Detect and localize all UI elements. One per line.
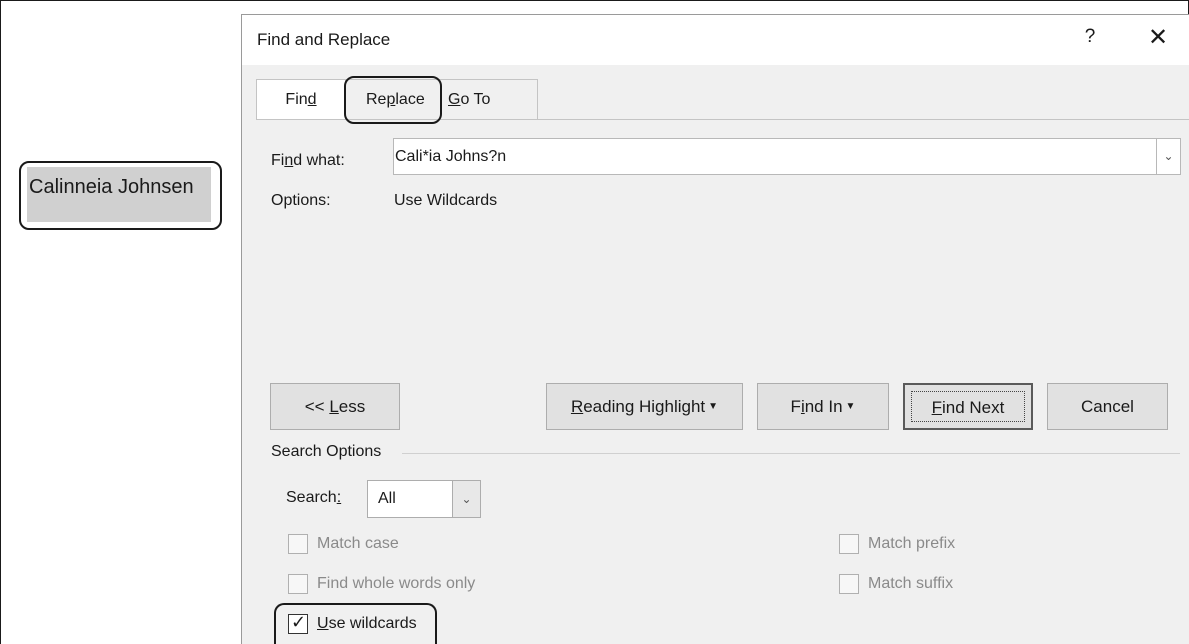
search-direction-select[interactable]: All ⌄ <box>367 480 481 518</box>
dropdown-caret-icon: ▼ <box>845 401 856 412</box>
dropdown-caret-icon: ▼ <box>708 401 719 412</box>
search-options-heading: Search Options <box>271 443 382 460</box>
callout-use-wildcards <box>274 603 437 644</box>
find-what-input[interactable]: Cali*ia Johns?n ⌄ <box>393 138 1181 175</box>
search-direction-value: All <box>378 490 396 507</box>
match-suffix-checkbox[interactable]: Match suffix <box>839 574 953 594</box>
checkbox-box[interactable] <box>288 534 308 554</box>
cancel-button[interactable]: Cancel <box>1047 383 1168 430</box>
close-icon[interactable]: ✕ <box>1143 23 1173 52</box>
help-button[interactable]: ? <box>1080 26 1100 48</box>
checkbox-box[interactable] <box>288 574 308 594</box>
search-label: Search: <box>286 489 342 506</box>
dialog-titlebar: Find and Replace ? ✕ <box>242 15 1189 65</box>
callout-selected-text <box>19 161 222 230</box>
reading-highlight-button[interactable]: Reading Highlight ▼ <box>546 383 743 430</box>
dialog-title: Find and Replace <box>257 30 391 49</box>
options-label: Options: <box>271 192 331 209</box>
find-in-button[interactable]: Find In ▼ <box>757 383 889 430</box>
match-case-checkbox[interactable]: Match case <box>288 534 399 554</box>
match-prefix-checkbox[interactable]: Match prefix <box>839 534 955 554</box>
chevron-down-icon[interactable]: ⌄ <box>1156 139 1180 174</box>
options-value: Use Wildcards <box>394 192 498 209</box>
tab-go-to[interactable]: Go To <box>438 79 538 119</box>
less-button[interactable]: << Less <box>270 383 400 430</box>
whole-words-checkbox[interactable]: Find whole words only <box>288 574 475 594</box>
callout-replace-tab <box>344 76 442 124</box>
find-what-label: Find what: <box>271 152 345 169</box>
find-what-value: Cali*ia Johns?n <box>395 148 507 165</box>
search-options-divider <box>402 453 1180 454</box>
checkbox-box[interactable] <box>839 574 859 594</box>
tab-find[interactable]: Find <box>256 79 346 119</box>
chevron-down-icon[interactable]: ⌄ <box>452 481 480 517</box>
checkbox-box[interactable] <box>839 534 859 554</box>
find-next-button[interactable]: Find Next <box>903 383 1033 430</box>
